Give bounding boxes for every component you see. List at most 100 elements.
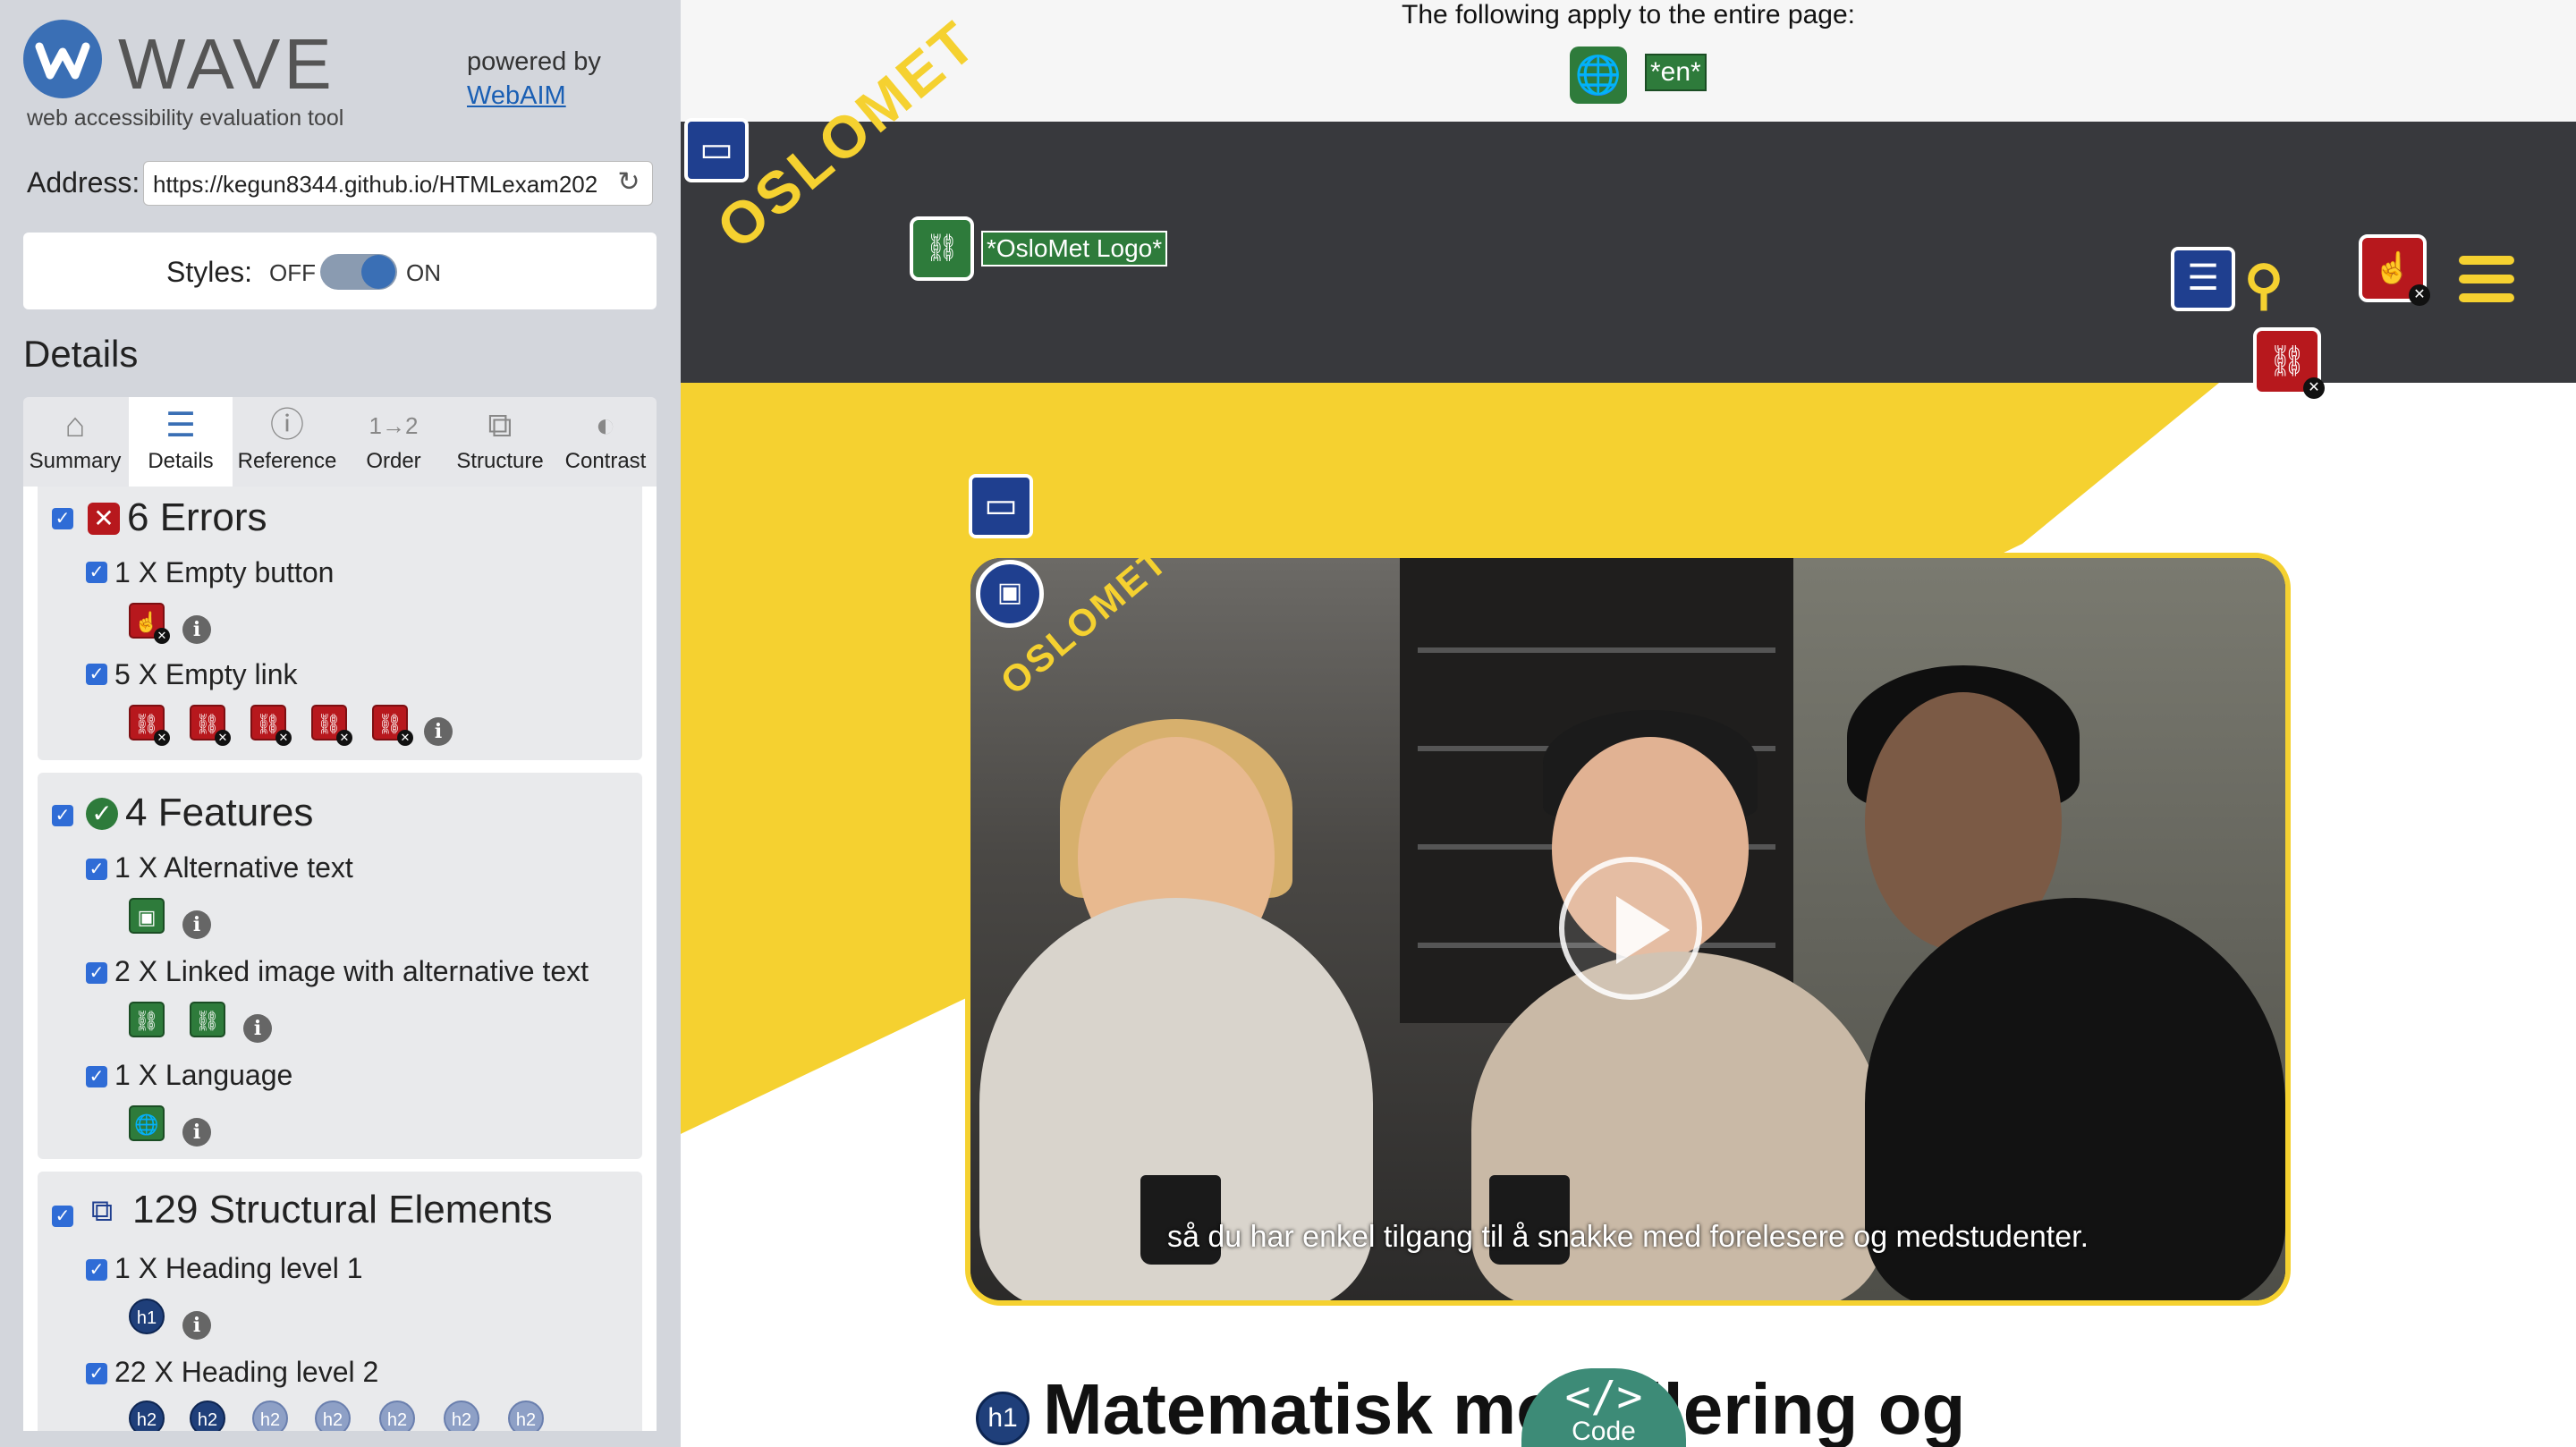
- tab-summary-label: Summary: [29, 449, 122, 473]
- errors-group: ✓ ✕ 6 Errors ✓ 1 X Empty button ☝ ✕ i ✓ 5…: [38, 487, 642, 760]
- wave-logo-icon: [23, 20, 102, 98]
- features-heading: 4 Features: [125, 791, 314, 834]
- main-region-icon[interactable]: ▭: [969, 474, 1033, 538]
- tab-reference[interactable]: ⓘ Reference: [234, 397, 340, 487]
- nav-region-icon[interactable]: ☰: [2171, 247, 2235, 311]
- wave-subtitle: web accessibility evaluation tool: [27, 106, 344, 131]
- linked-image-checkbox[interactable]: ✓: [86, 962, 107, 984]
- language-tag: *en*: [1645, 54, 1707, 91]
- linked-image-label: 2 X Linked image with alternative text: [114, 955, 589, 987]
- code-toggle-button[interactable]: </> Code: [1521, 1368, 1686, 1447]
- h2-badge-icon[interactable]: h2: [252, 1400, 288, 1431]
- h2-badge-icon[interactable]: h2: [190, 1400, 225, 1431]
- header-region-icon[interactable]: ▭: [684, 118, 749, 182]
- features-group: ✓ ✓ 4 Features ✓ 1 X Alternative text ▣ …: [38, 773, 642, 1159]
- error-x-icon: ✕: [88, 503, 120, 535]
- alt-text-checkbox[interactable]: ✓: [86, 859, 107, 880]
- errors-checkbox[interactable]: ✓: [52, 508, 73, 529]
- tab-contrast[interactable]: ◐ Contrast: [555, 397, 657, 487]
- h1-badge-icon[interactable]: h1: [129, 1299, 165, 1334]
- home-icon: ⌂: [64, 407, 86, 444]
- empty-button-checkbox[interactable]: ✓: [86, 562, 107, 583]
- empty-link-info-icon[interactable]: i: [424, 717, 453, 746]
- empty-link-icon[interactable]: ⛓ ✕: [129, 705, 170, 746]
- h2-badge-icon[interactable]: h2: [379, 1400, 415, 1431]
- order-icon: 1→2: [369, 412, 419, 439]
- styles-toggle[interactable]: [320, 254, 397, 290]
- empty-button-icon[interactable]: ☝ ✕: [129, 603, 170, 644]
- linked-image-icon[interactable]: ⛓: [190, 1002, 225, 1037]
- empty-link-icon[interactable]: ⛓ ✕: [250, 705, 292, 746]
- empty-link-icon[interactable]: ⛓ ✕: [372, 705, 413, 746]
- tab-order[interactable]: 1→2 Order: [342, 397, 445, 487]
- toggle-knob: [361, 255, 395, 289]
- structure-checkbox[interactable]: ✓: [52, 1206, 73, 1227]
- empty-button-info-icon[interactable]: i: [182, 615, 211, 644]
- apply-text: The following apply to the entire page:: [1402, 0, 1855, 30]
- details-panel: ✓ ✕ 6 Errors ✓ 1 X Empty button ☝ ✕ i ✓ 5…: [23, 487, 657, 1431]
- empty-link-icon[interactable]: ⛓ ✕: [311, 705, 352, 746]
- styles-toggle-panel: Styles: OFF ON: [23, 233, 657, 309]
- h2-badge-icon[interactable]: h2: [444, 1400, 479, 1431]
- panel-tabs: ⌂ Summary ☰ Details ⓘ Reference 1→2 Orde…: [23, 397, 657, 487]
- features-checkbox[interactable]: ✓: [52, 805, 73, 826]
- heading-2-label: 22 X Heading level 2: [114, 1356, 379, 1388]
- empty-button-label: 1 X Empty button: [114, 556, 335, 588]
- errors-heading: 6 Errors: [127, 495, 267, 539]
- wave-title: WAVE: [118, 24, 335, 104]
- search-icon[interactable]: ⚲: [2244, 254, 2284, 317]
- language-globe-icon[interactable]: 🌐: [129, 1105, 165, 1141]
- empty-link-checkbox[interactable]: ✓: [86, 664, 107, 685]
- heading-1-info-icon[interactable]: i: [182, 1311, 211, 1340]
- tab-summary[interactable]: ⌂ Summary: [23, 397, 127, 487]
- address-value: https://kegun8344.github.io/HTMLexam202: [153, 171, 598, 198]
- reload-icon[interactable]: ↻: [614, 169, 643, 198]
- info-icon: ⓘ: [269, 407, 304, 444]
- language-info-icon[interactable]: i: [182, 1118, 211, 1147]
- logo-alt-text: *OsloMet Logo*: [981, 231, 1168, 267]
- tab-details[interactable]: ☰ Details: [129, 397, 233, 487]
- play-icon[interactable]: [1559, 857, 1702, 1000]
- video-caption: så du har enkel tilgang til å snakke med…: [1166, 1220, 2089, 1254]
- alt-text-info-icon[interactable]: i: [182, 910, 211, 939]
- tab-details-label: Details: [148, 449, 214, 473]
- heading-1-checkbox[interactable]: ✓: [86, 1259, 107, 1281]
- styles-label: Styles:: [166, 256, 253, 288]
- linked-image-icon[interactable]: ⛓: [910, 216, 974, 281]
- structure-tree-icon: ⧉: [90, 1194, 114, 1228]
- empty-button-icon[interactable]: ☝ ✕: [2359, 234, 2430, 306]
- linked-image-info-icon[interactable]: i: [243, 1014, 272, 1043]
- linked-image-icon[interactable]: ⛓: [129, 1002, 165, 1037]
- styles-off-label: OFF: [269, 259, 316, 286]
- video-player[interactable]: OSLOMET så du har enkel tilgang til å sn…: [965, 553, 2291, 1306]
- h2-badge-icon[interactable]: h2: [508, 1400, 544, 1431]
- heading-2-checkbox[interactable]: ✓: [86, 1363, 107, 1384]
- contrast-icon: ◐: [595, 407, 616, 444]
- webaim-link[interactable]: WebAIM: [467, 81, 566, 110]
- powered-by-text: powered by: [467, 47, 601, 76]
- site-header: ▭ OSLOMET ⛓ *OsloMet Logo* ☰ ⚲ ☝ ✕ ⛓ ✕: [681, 7, 2576, 399]
- code-icon: </>: [1564, 1372, 1643, 1422]
- hamburger-menu-icon[interactable]: [2459, 256, 2514, 304]
- language-checkbox[interactable]: ✓: [86, 1066, 107, 1087]
- h2-badge-icon[interactable]: h2: [315, 1400, 351, 1431]
- powered-by: powered by WebAIM: [467, 45, 601, 113]
- tab-order-label: Order: [366, 449, 421, 473]
- structure-heading: 129 Structural Elements: [132, 1188, 553, 1231]
- address-input[interactable]: https://kegun8344.github.io/HTMLexam202 …: [143, 161, 653, 206]
- feature-check-icon: ✓: [86, 798, 118, 830]
- video-region-icon[interactable]: ▣: [976, 560, 1044, 628]
- alt-text-image-icon[interactable]: ▣: [129, 898, 165, 934]
- address-label: Address:: [27, 166, 140, 199]
- h2-badge-icon[interactable]: h2: [129, 1400, 165, 1431]
- tab-contrast-label: Contrast: [564, 449, 647, 473]
- code-label: Code: [1572, 1417, 1636, 1446]
- tab-structure-label: Structure: [456, 449, 544, 473]
- language-globe-icon[interactable]: 🌐: [1570, 47, 1627, 104]
- h1-badge-icon[interactable]: h1: [976, 1392, 1030, 1445]
- empty-link-icon[interactable]: ⛓ ✕: [190, 705, 231, 746]
- wave-sidebar: WAVE web accessibility evaluation tool p…: [0, 0, 681, 1447]
- structure-group: ✓ ⧉ 129 Structural Elements ✓ 1 X Headin…: [38, 1172, 642, 1431]
- empty-link-label: 5 X Empty link: [114, 658, 298, 690]
- tab-structure[interactable]: ⧉ Structure: [447, 397, 553, 487]
